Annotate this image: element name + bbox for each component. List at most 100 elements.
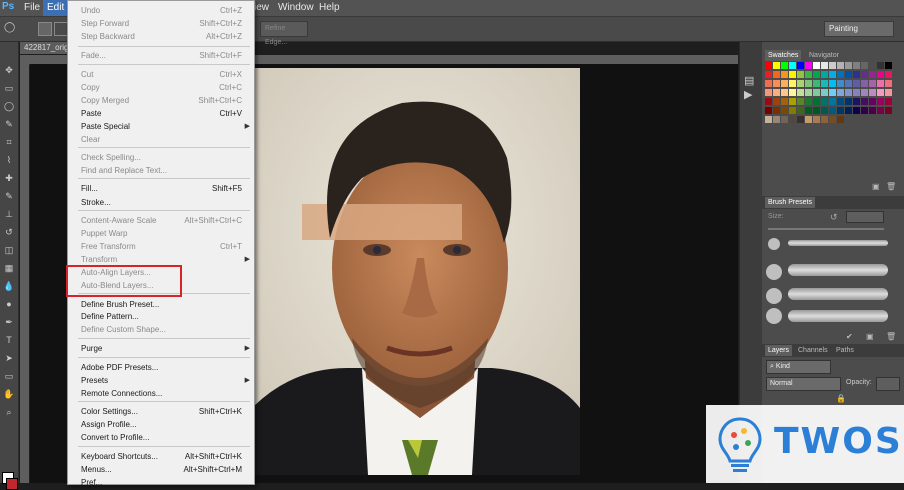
color-swatch[interactable] (789, 107, 796, 114)
add-selection-icon[interactable] (54, 22, 68, 36)
color-swatch[interactable] (869, 80, 876, 87)
color-swatch[interactable] (837, 62, 844, 69)
color-swatch[interactable] (797, 98, 804, 105)
eraser-icon[interactable]: ◫ (3, 244, 15, 256)
layer-filter-select[interactable]: ⌕ Kind (766, 360, 831, 374)
color-swatch[interactable] (829, 89, 836, 96)
color-swatch[interactable] (829, 98, 836, 105)
color-swatch[interactable] (853, 80, 860, 87)
marquee-tool-icon[interactable]: ▭ (3, 82, 15, 94)
menu-item-paste-special[interactable]: Paste Special (81, 122, 130, 131)
color-swatch[interactable] (797, 116, 804, 123)
menu-item-copy[interactable]: Copy (81, 83, 100, 92)
color-swatch[interactable] (877, 98, 884, 105)
color-swatch[interactable] (829, 62, 836, 69)
color-swatch[interactable] (885, 89, 892, 96)
color-swatch[interactable] (797, 80, 804, 87)
tab-layers[interactable]: Layers (765, 345, 793, 356)
shape-tool-icon[interactable]: ▭ (3, 370, 15, 382)
color-swatch[interactable] (877, 62, 884, 69)
color-swatch[interactable] (845, 71, 852, 78)
menu-item-color-settings[interactable]: Color Settings... (81, 407, 138, 416)
color-swatch[interactable] (765, 107, 772, 114)
color-swatch[interactable] (805, 116, 812, 123)
eyedropper-icon[interactable]: ⌇ (3, 154, 15, 166)
color-swatch[interactable] (765, 71, 772, 78)
color-swatch[interactable] (765, 89, 772, 96)
color-swatch[interactable] (773, 62, 780, 69)
color-swatch[interactable] (877, 89, 884, 96)
menu-item-presets[interactable]: Presets (81, 376, 108, 385)
blend-mode-select[interactable]: Normal (766, 377, 841, 391)
workspace-select[interactable]: Painting (824, 21, 894, 37)
color-swatch[interactable] (869, 98, 876, 105)
menu-item-free-transform[interactable]: Free Transform (81, 242, 136, 251)
color-swatch[interactable] (837, 71, 844, 78)
menu-help[interactable]: Help (319, 2, 340, 13)
color-swatch[interactable] (805, 107, 812, 114)
color-swatch[interactable] (829, 116, 836, 123)
color-swatch[interactable] (781, 62, 788, 69)
color-swatch[interactable] (773, 116, 780, 123)
history-panel-icon[interactable]: ▤ (744, 74, 754, 87)
color-swatch[interactable] (853, 107, 860, 114)
brush-preset-item[interactable] (762, 262, 898, 282)
menu-item-menus[interactable]: Menus... (81, 465, 112, 474)
color-swatch[interactable] (861, 107, 868, 114)
menu-item-fade[interactable]: Fade... (81, 51, 106, 60)
menu-item-convert-to-profile[interactable]: Convert to Profile... (81, 433, 149, 442)
color-swatch[interactable] (805, 62, 812, 69)
color-swatch[interactable] (773, 80, 780, 87)
healing-brush-icon[interactable]: ✚ (3, 172, 15, 184)
color-swatch[interactable] (813, 116, 820, 123)
menu-item-step-backward[interactable]: Step Backward (81, 32, 135, 41)
color-swatch[interactable] (861, 80, 868, 87)
menu-item-copy-merged[interactable]: Copy Merged (81, 96, 129, 105)
color-swatch[interactable] (781, 116, 788, 123)
delete-brush-icon[interactable]: 🗑 (886, 332, 896, 341)
color-swatch[interactable] (789, 80, 796, 87)
color-swatch[interactable] (821, 71, 828, 78)
color-swatch[interactable] (821, 89, 828, 96)
color-swatch[interactable] (821, 98, 828, 105)
size-input[interactable] (846, 211, 884, 223)
menu-item-clear[interactable]: Clear (81, 135, 100, 144)
pen-tool-icon[interactable]: ✒ (3, 316, 15, 328)
color-swatch[interactable] (813, 89, 820, 96)
trash-icon[interactable]: 🗑 (886, 182, 896, 191)
color-swatch[interactable] (781, 107, 788, 114)
color-swatch[interactable] (861, 62, 868, 69)
color-swatch[interactable] (789, 89, 796, 96)
color-swatch[interactable] (821, 107, 828, 114)
color-swatch[interactable] (781, 80, 788, 87)
crop-tool-icon[interactable]: ⌗ (3, 136, 15, 148)
color-swatch[interactable] (853, 89, 860, 96)
color-swatch[interactable] (821, 62, 828, 69)
color-swatch[interactable] (821, 116, 828, 123)
menu-item-define-custom-shape[interactable]: Define Custom Shape... (81, 325, 166, 334)
color-swatch[interactable] (765, 116, 772, 123)
color-swatch[interactable] (797, 107, 804, 114)
color-swatch[interactable] (765, 98, 772, 105)
menu-item-undo[interactable]: Undo (81, 6, 100, 15)
color-swatch[interactable] (773, 71, 780, 78)
color-swatch[interactable] (869, 89, 876, 96)
color-swatch[interactable] (797, 89, 804, 96)
color-swatch[interactable] (781, 98, 788, 105)
color-swatch[interactable] (789, 98, 796, 105)
color-swatch[interactable] (805, 80, 812, 87)
menu-item-define-pattern[interactable]: Define Pattern... (81, 312, 139, 321)
move-tool-icon[interactable]: ✥ (3, 64, 15, 76)
color-swatch[interactable] (805, 89, 812, 96)
color-swatch[interactable] (805, 98, 812, 105)
color-swatch[interactable] (885, 80, 892, 87)
opacity-input[interactable] (876, 377, 900, 391)
color-swatch[interactable] (797, 62, 804, 69)
color-swatch[interactable] (845, 80, 852, 87)
color-swatch[interactable] (861, 98, 868, 105)
clone-stamp-icon[interactable]: ⊥ (3, 208, 15, 220)
quick-select-icon[interactable]: ✎ (3, 118, 15, 130)
color-swatch[interactable] (813, 71, 820, 78)
new-brush-icon[interactable]: ▣ (866, 332, 874, 341)
blur-tool-icon[interactable]: 💧 (3, 280, 15, 292)
